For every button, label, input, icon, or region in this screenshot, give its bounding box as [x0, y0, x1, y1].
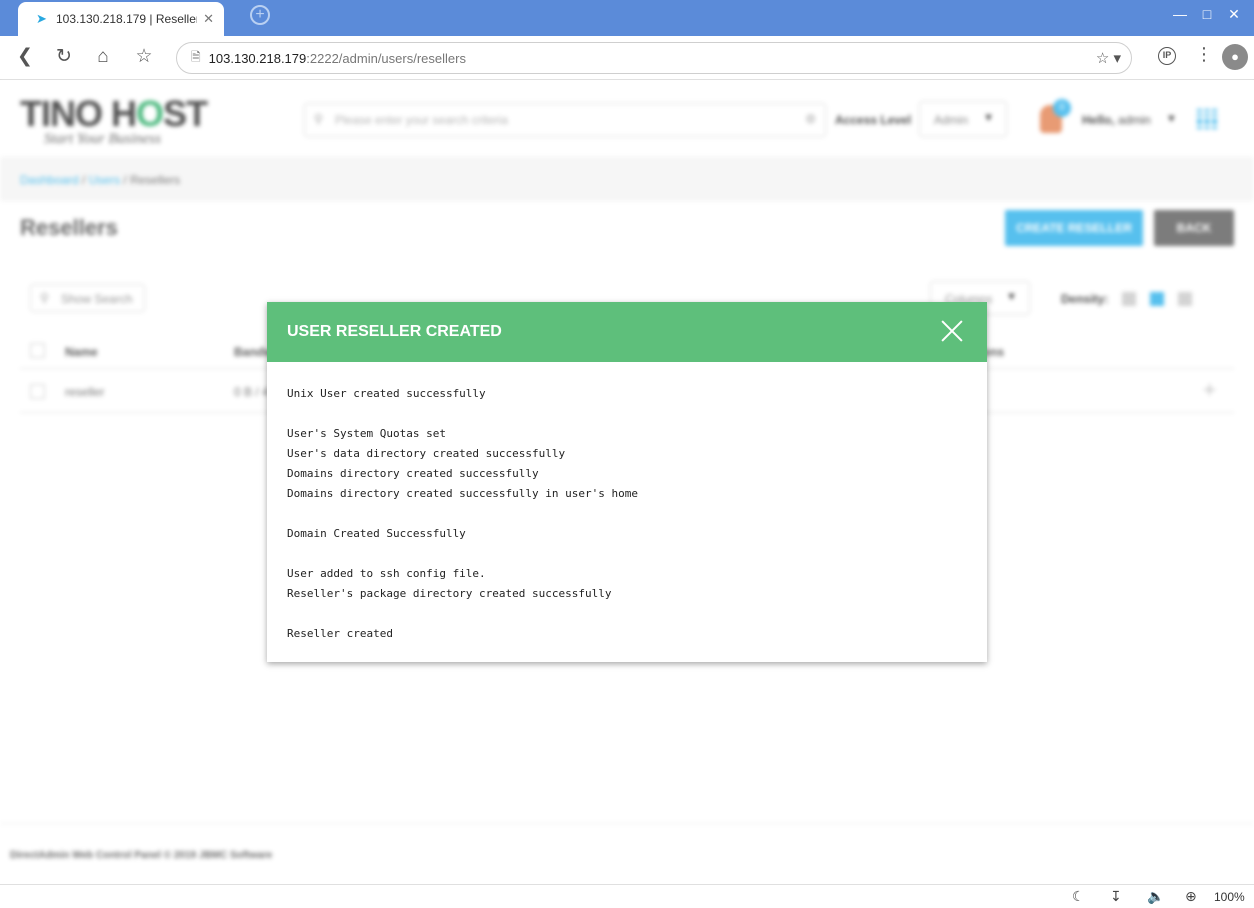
row-checkbox[interactable] [30, 384, 45, 399]
volume-icon[interactable]: 🔈 [1147, 888, 1164, 905]
reseller-created-modal: USER RESELLER CREATED Unix User created … [267, 302, 987, 662]
zoom-level[interactable]: 100% [1214, 890, 1245, 904]
chevron-down-icon: ▼ [1006, 291, 1017, 303]
tab-close-icon[interactable]: ✕ [203, 11, 214, 27]
directadmin-favicon-icon: ➤ [36, 11, 47, 26]
zoom-icon[interactable]: ⊕ [1185, 888, 1197, 905]
breadcrumb: Dashboard / Users / Resellers [20, 173, 181, 187]
modal-message-line: User added to ssh config file. [287, 567, 486, 580]
row-bandwidth: 0 B / 4 [234, 385, 269, 399]
density-compact-icon[interactable] [1122, 292, 1136, 306]
user-menu-chevron-icon[interactable]: ▼ [1166, 113, 1177, 125]
modal-message-line: Unix User created successfully [287, 387, 486, 400]
modal-title: USER RESELLER CREATED [287, 323, 502, 340]
reload-icon[interactable]: ↻ [53, 46, 75, 68]
modal-message-line: Reseller's package directory created suc… [287, 587, 612, 600]
page-info-icon[interactable]: 🗎 [191, 48, 201, 69]
show-search-button[interactable]: ⚲ Show Search [30, 284, 145, 312]
modal-message-line: Domain Created Successfully [287, 527, 466, 540]
expand-row-plus-icon[interactable]: + [1203, 377, 1216, 403]
notification-badge[interactable]: 0 [1053, 99, 1071, 117]
close-window-icon[interactable]: ✕ [1224, 6, 1244, 23]
tab-title: 103.130.218.179 | Resellers [56, 12, 198, 26]
browser-toolbar: ❮ ↻ ⌂ ☆ 🗎 103.130.218.179:2222/admin/use… [0, 36, 1254, 80]
minimize-icon[interactable]: — [1170, 6, 1190, 22]
modal-message-line [287, 504, 967, 524]
browser-menu-icon[interactable]: ⋮ [1195, 44, 1213, 65]
back-button[interactable]: BACK [1154, 210, 1234, 246]
modal-message-line [287, 604, 967, 624]
access-level-select[interactable]: Admin ▼ [919, 101, 1007, 137]
modal-message-line: User's System Quotas set [287, 427, 446, 440]
density-label: Density: [1061, 292, 1109, 306]
chevron-down-icon: ▼ [983, 112, 994, 124]
ip-extension-icon[interactable]: IP [1158, 47, 1176, 65]
close-icon[interactable] [941, 320, 963, 342]
modal-message-line: Reseller created [287, 627, 393, 640]
url-text: 103.130.218.179:2222/admin/users/reselle… [208, 50, 466, 66]
column-header-name[interactable]: Name [65, 345, 98, 359]
density-loose-icon[interactable] [1178, 292, 1192, 306]
breadcrumb-bar: Dashboard / Users / Resellers [0, 157, 1254, 201]
apps-grid-icon[interactable] [1197, 109, 1217, 129]
page-title: Resellers [20, 215, 118, 240]
profile-avatar-icon[interactable]: ● [1222, 44, 1248, 70]
search-icon: ⚲ [40, 291, 49, 305]
search-settings-icon[interactable]: ⚙ [805, 112, 816, 126]
modal-message-line: Domains directory created successfully [287, 467, 539, 480]
home-icon[interactable]: ⌂ [92, 46, 114, 68]
row-name[interactable]: reseller [65, 385, 104, 399]
modal-message-line [287, 544, 967, 564]
modal-body: Unix User created successfully User's Sy… [267, 362, 987, 644]
tinohost-logo[interactable]: TINO HOST Start Your Business [20, 93, 208, 148]
footer-copyright: DirectAdmin Web Control Panel © 2019 JBM… [10, 850, 273, 861]
modal-message-line [287, 404, 967, 424]
maximize-icon[interactable]: □ [1197, 6, 1217, 22]
browser-statusbar: ☾ ↧ 🔈 ⊕ 100% [0, 884, 1254, 908]
breadcrumb-current: Resellers [130, 173, 181, 187]
modal-header: USER RESELLER CREATED [267, 302, 987, 362]
bookmark-star-icon[interactable]: ☆ [133, 46, 155, 68]
page-footer: DirectAdmin Web Control Panel © 2019 JBM… [0, 823, 1254, 883]
night-mode-moon-icon[interactable]: ☾ [1072, 888, 1085, 905]
modal-message-line: User's data directory created successful… [287, 447, 566, 460]
search-icon: ⚲ [314, 112, 323, 126]
breadcrumb-dashboard[interactable]: Dashboard [20, 173, 79, 187]
download-icon[interactable]: ↧ [1110, 888, 1122, 905]
address-bar[interactable]: 🗎 103.130.218.179:2222/admin/users/resel… [176, 42, 1132, 74]
global-search-input[interactable]: ⚲ Please enter your search criteria ⚙ [304, 103, 826, 137]
select-all-checkbox[interactable] [30, 343, 45, 358]
breadcrumb-users[interactable]: Users [89, 173, 120, 187]
back-arrow-icon[interactable]: ❮ [14, 46, 36, 68]
create-reseller-button[interactable]: CREATE RESELLER [1005, 210, 1143, 246]
bookmark-page-star-icon[interactable]: ☆ ▾ [1096, 49, 1121, 67]
new-tab-button[interactable]: + [250, 5, 270, 25]
user-greeting[interactable]: Hello, admin [1082, 113, 1151, 127]
modal-message-line: Domains directory created successfully i… [287, 487, 638, 500]
browser-tab[interactable]: ➤ 103.130.218.179 | Resellers ✕ [18, 2, 224, 36]
browser-titlebar: ➤ 103.130.218.179 | Resellers ✕ + — □ ✕ [0, 0, 1254, 36]
access-level-label: Access Level [835, 113, 912, 127]
density-normal-icon[interactable] [1150, 292, 1164, 306]
